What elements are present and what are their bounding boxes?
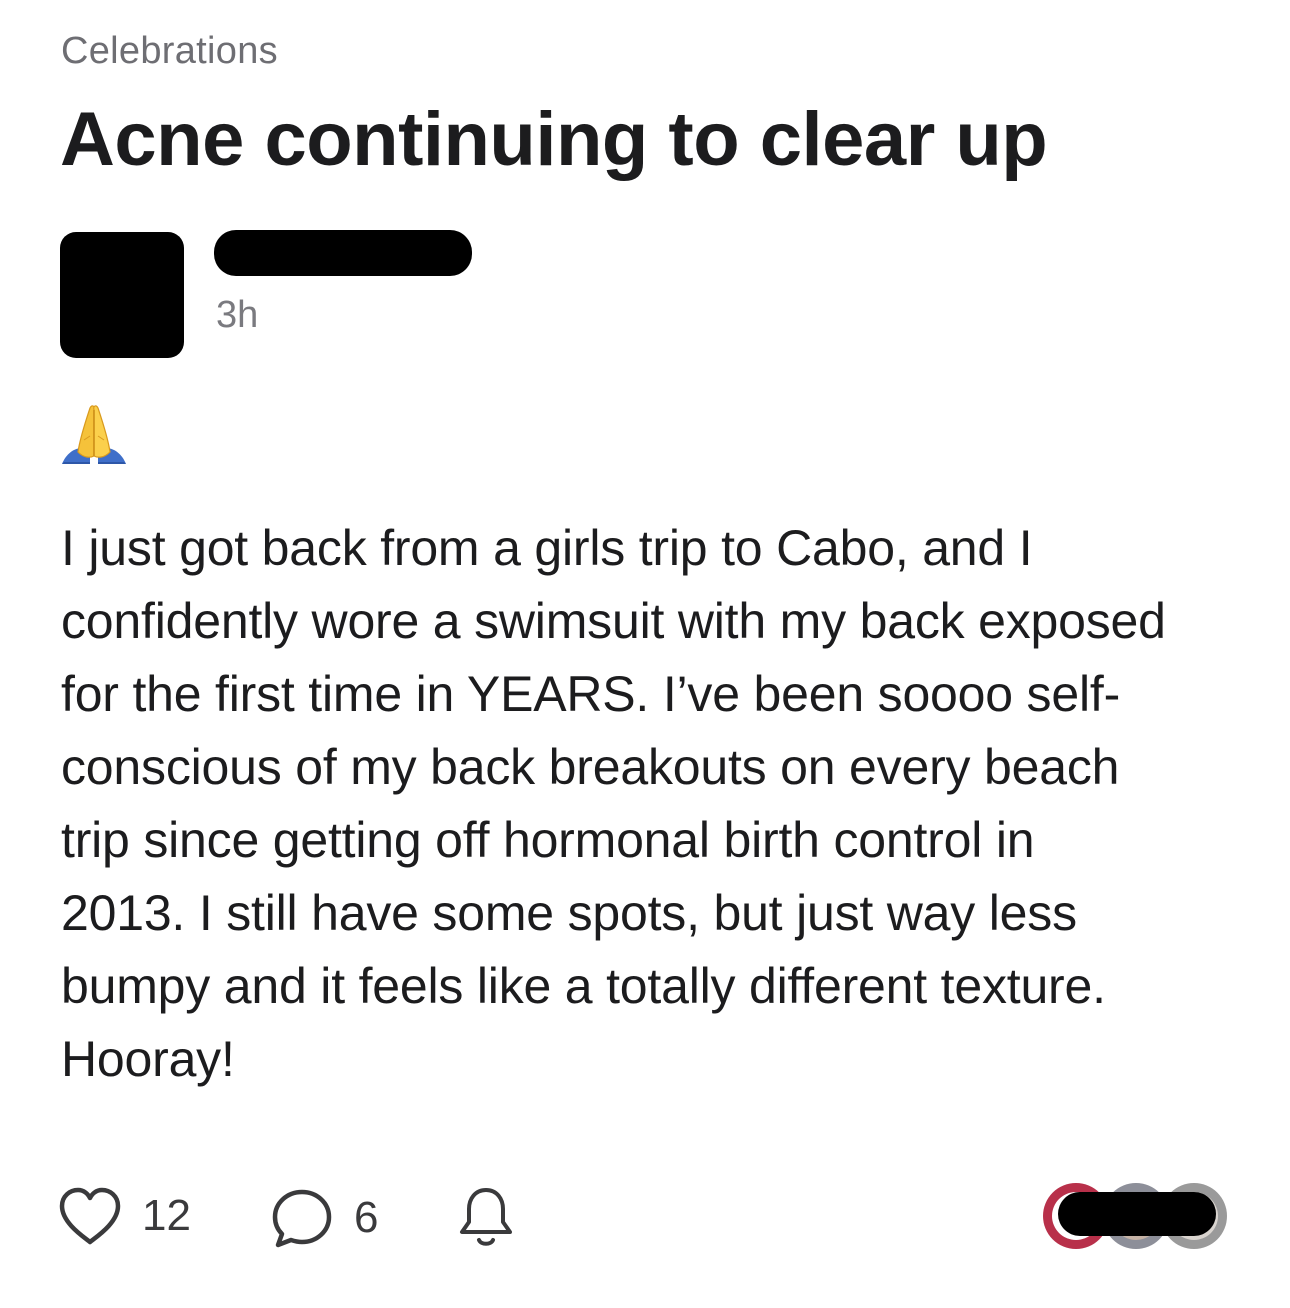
follow-button[interactable] — [456, 1184, 516, 1250]
post-body-line: bumpy and it feels like a totally differ… — [61, 958, 1106, 1014]
post-body-line: for the first time in YEARS. I’ve been s… — [61, 666, 1121, 722]
bell-icon — [460, 1188, 512, 1246]
author-name-redacted[interactable] — [214, 230, 472, 276]
post-body: I just got back from a girls trip to Cab… — [61, 512, 1241, 1096]
post-body-line: 2013. I still have some spots, but just … — [61, 885, 1077, 941]
post-body-line: confidently wore a swimsuit with my back… — [61, 593, 1166, 649]
post-timestamp: 3h — [216, 294, 259, 336]
participant-avatars[interactable] — [1040, 1180, 1230, 1252]
post-title: Acne continuing to clear up — [60, 97, 1048, 182]
like-count: 12 — [142, 1191, 191, 1240]
heart-icon — [59, 1187, 121, 1245]
folded-hands-icon — [62, 405, 126, 464]
post-body-line: Hooray! — [61, 1031, 235, 1087]
post-category[interactable]: Celebrations — [61, 30, 278, 73]
speech-bubble-icon — [272, 1189, 332, 1248]
post-body-line: conscious of my back breakouts on every … — [61, 739, 1120, 795]
author-avatar[interactable] — [60, 232, 184, 358]
comment-button[interactable]: 6 — [270, 1186, 378, 1250]
post-body-line: I just got back from a girls trip to Cab… — [61, 520, 1033, 576]
participant-names-redacted — [1058, 1192, 1216, 1236]
post-body-line: trip since getting off hormonal birth co… — [61, 812, 1035, 868]
like-button[interactable]: 12 — [58, 1186, 191, 1246]
comment-count: 6 — [354, 1193, 379, 1242]
